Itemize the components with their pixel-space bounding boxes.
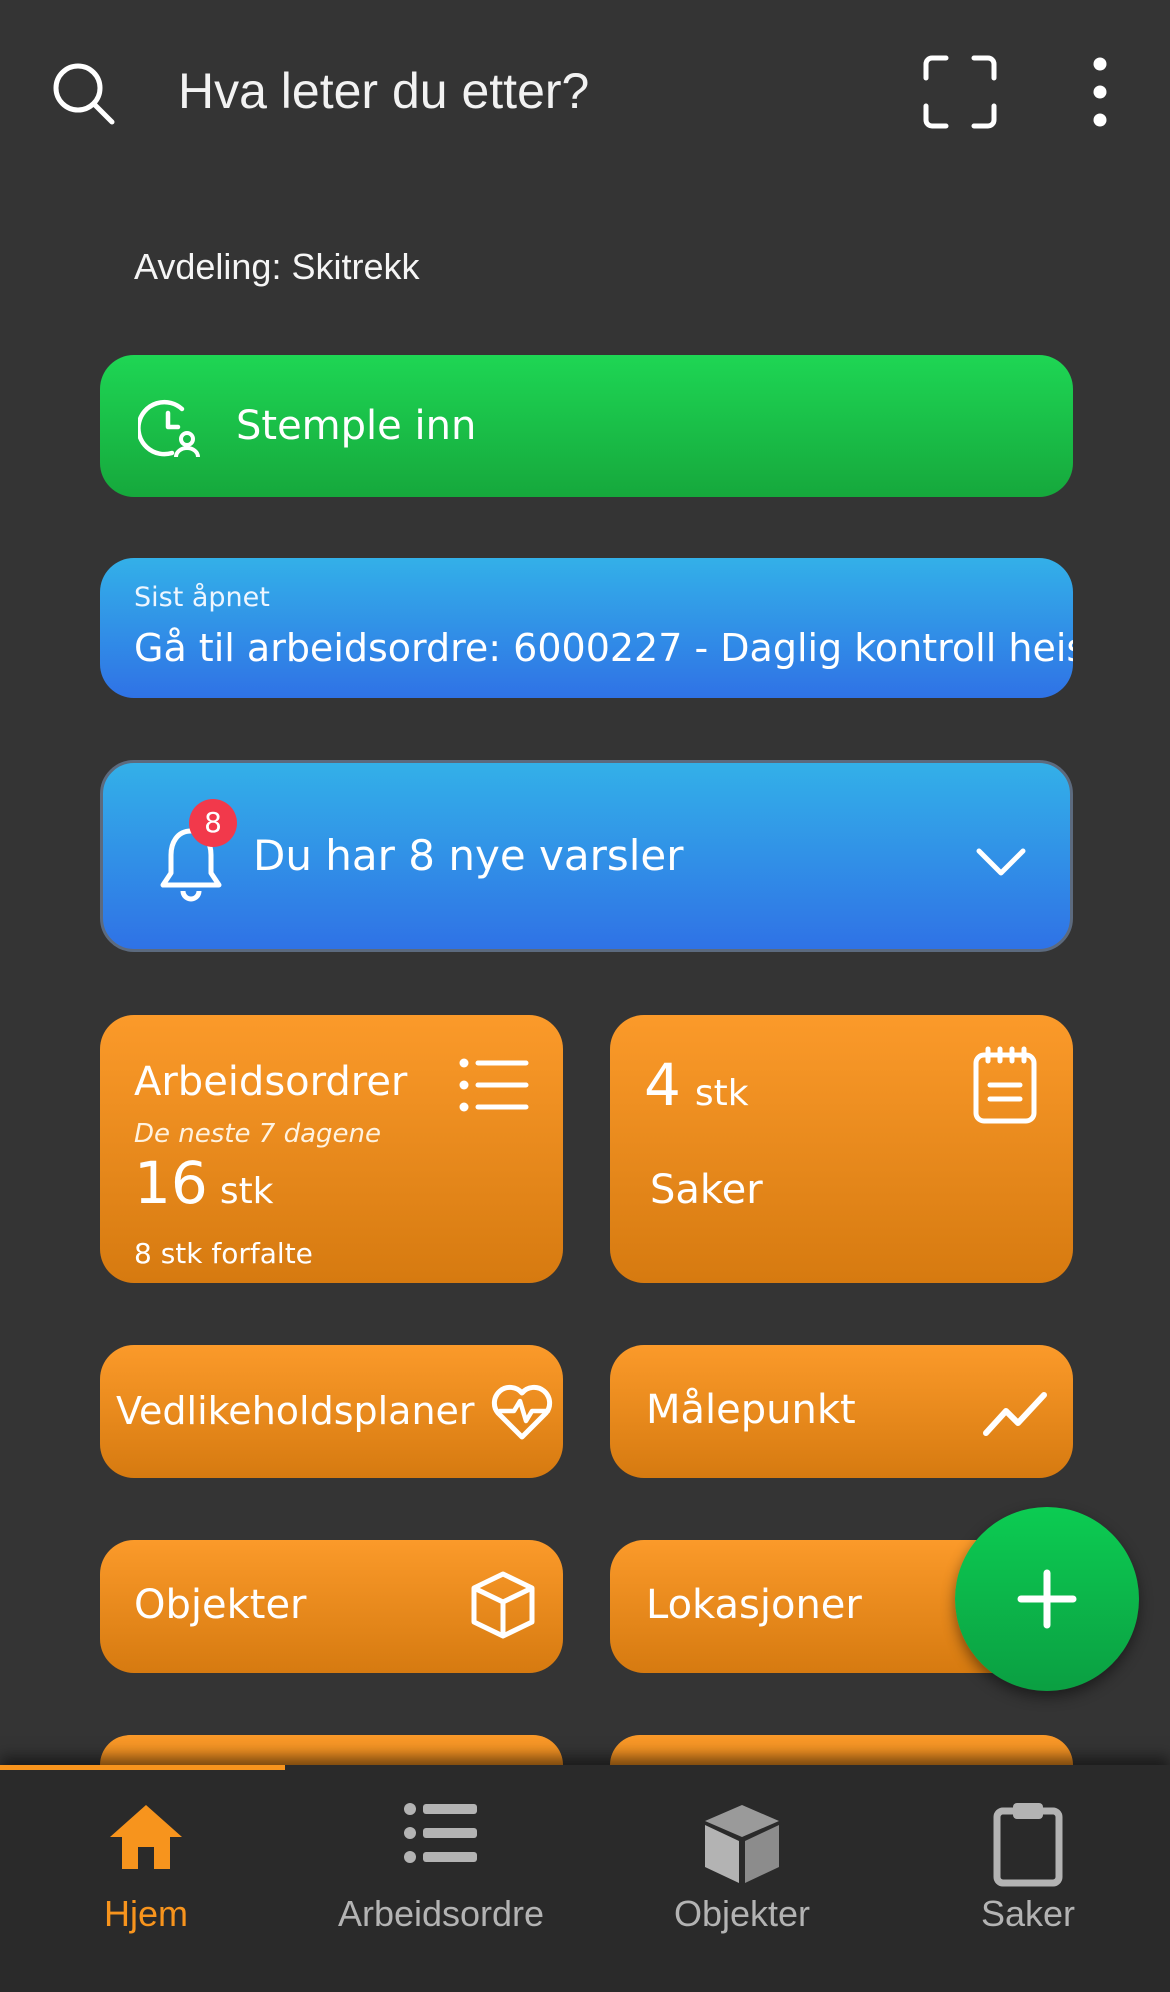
work-orders-tile[interactable]: Arbeidsordrer De neste 7 dagene 16 stk 8 … xyxy=(100,1015,563,1283)
work-orders-overdue: 8 stk forfalte xyxy=(134,1237,313,1270)
notepad-icon xyxy=(973,1046,1037,1124)
scan-icon[interactable] xyxy=(922,54,998,130)
nav-cases-label: Saker xyxy=(980,1893,1076,1934)
objects-tile[interactable]: Objekter xyxy=(100,1540,563,1673)
heart-pulse-icon xyxy=(491,1384,553,1440)
measure-points-tile[interactable]: Målepunkt xyxy=(610,1345,1073,1478)
department-label: Avdeling: Skitrekk xyxy=(134,246,420,287)
nav-objects[interactable]: Objekter xyxy=(596,1765,888,1992)
list-icon xyxy=(404,1803,477,1863)
work-orders-title: Arbeidsordrer xyxy=(134,1059,408,1105)
trend-line-icon xyxy=(983,1392,1047,1436)
search-input[interactable]: Hva leter du etter? xyxy=(178,62,589,120)
stamp-in-button[interactable]: Stemple inn xyxy=(100,355,1073,497)
notification-count-badge: 8 xyxy=(189,799,237,847)
cases-count-unit: stk xyxy=(694,1073,749,1114)
cases-count: 4 stk xyxy=(644,1051,749,1119)
locations-label: Lokasjoner xyxy=(646,1582,862,1628)
bottom-navigation: Hjem Arbeidsordre Objekter Saker xyxy=(0,1765,1170,1992)
chevron-down-icon[interactable] xyxy=(973,833,1029,889)
stamp-in-label: Stemple inn xyxy=(236,403,477,449)
last-opened-card[interactable]: Sist åpnet Gå til arbeidsordre: 6000227 … xyxy=(100,558,1073,698)
work-orders-count: 16 stk xyxy=(134,1149,274,1217)
add-button[interactable] xyxy=(955,1507,1139,1691)
notifications-card[interactable]: 8 Du har 8 nye varsler xyxy=(100,760,1073,952)
nav-home[interactable]: Hjem xyxy=(0,1765,292,1992)
cube-icon xyxy=(705,1805,779,1883)
list-icon xyxy=(459,1058,529,1112)
more-options-icon[interactable] xyxy=(1080,56,1120,128)
last-opened-caption: Sist åpnet xyxy=(134,582,270,613)
maintenance-plans-tile[interactable]: Vedlikeholdsplaner xyxy=(100,1345,563,1478)
cube-icon xyxy=(471,1571,535,1639)
nav-home-label: Hjem xyxy=(103,1893,188,1934)
home-icon xyxy=(110,1805,182,1869)
work-orders-count-unit: stk xyxy=(219,1171,274,1212)
work-orders-subtitle: De neste 7 dagene xyxy=(134,1119,381,1149)
work-orders-count-value: 16 xyxy=(134,1149,208,1217)
maintenance-plans-label: Vedlikeholdsplaner xyxy=(116,1389,475,1433)
nav-objects-label: Objekter xyxy=(673,1893,811,1934)
objects-label: Objekter xyxy=(134,1582,307,1628)
measure-points-label: Målepunkt xyxy=(646,1387,856,1433)
clock-user-icon xyxy=(138,399,200,458)
cases-tile[interactable]: 4 stk Saker xyxy=(610,1015,1073,1283)
nav-work-orders[interactable]: Arbeidsordre xyxy=(295,1765,587,1992)
last-opened-link: Gå til arbeidsordre: 6000227 - Daglig ko… xyxy=(134,626,1073,670)
cases-count-value: 4 xyxy=(644,1051,681,1119)
top-bar: Hva leter du etter? xyxy=(0,0,1170,180)
plus-icon xyxy=(1017,1569,1077,1629)
search-icon[interactable] xyxy=(48,58,118,128)
nav-work-orders-label: Arbeidsordre xyxy=(337,1893,545,1934)
cases-label: Saker xyxy=(650,1167,763,1213)
clipboard-icon xyxy=(993,1803,1063,1887)
nav-cases[interactable]: Saker xyxy=(882,1765,1170,1992)
notifications-label: Du har 8 nye varsler xyxy=(253,831,684,880)
